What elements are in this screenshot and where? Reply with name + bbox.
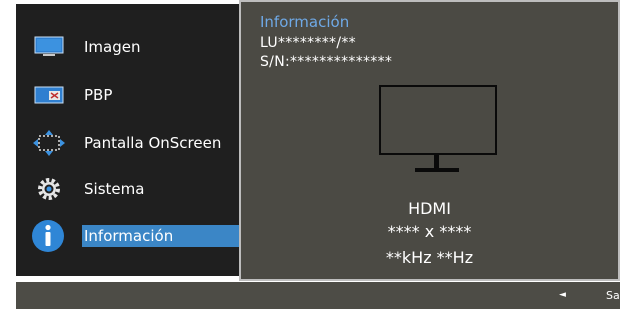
monitor-illustration-icon: [379, 85, 497, 155]
menu-item-pbp[interactable]: PBP: [16, 80, 242, 110]
panel-title: Información: [260, 13, 350, 31]
menu-item-label: PBP: [84, 86, 113, 104]
menu-item-sistema[interactable]: Sistema: [16, 174, 242, 204]
menu-item-label: Información: [84, 227, 174, 245]
monitor-icon: [32, 33, 66, 61]
osd-menu: Imagen PBP Pantalla OnScreen Sistema Inf…: [0, 0, 620, 309]
exit-button[interactable]: Salir: [606, 289, 620, 302]
menu-item-label: Sistema: [84, 180, 145, 198]
menu-item-imagen[interactable]: Imagen: [16, 32, 242, 62]
left-arrow-icon[interactable]: ◄: [559, 290, 566, 300]
information-panel: Información LU********/** S/N:**********…: [239, 0, 620, 281]
info-icon: [28, 219, 68, 253]
bottom-bar: ◄ Salir: [16, 282, 620, 309]
monitor-base: [415, 168, 459, 172]
input-source: HDMI: [408, 199, 451, 218]
menu-item-label: Imagen: [84, 38, 141, 56]
gear-icon: [32, 175, 66, 203]
resolution: **** x ****: [387, 222, 472, 241]
menu-item-pantalla-onscreen[interactable]: Pantalla OnScreen: [16, 128, 242, 158]
menu-item-informacion[interactable]: Información: [16, 219, 242, 253]
pbp-icon: [32, 81, 66, 109]
menu-item-label: Pantalla OnScreen: [84, 134, 222, 152]
model-number: LU********/**: [260, 35, 356, 51]
serial-number: S/N:**************: [260, 54, 393, 70]
main-menu: Imagen PBP Pantalla OnScreen Sistema Inf…: [16, 4, 242, 276]
frequency: **kHz **Hz: [385, 248, 474, 267]
onscreen-display-icon: [32, 129, 66, 157]
